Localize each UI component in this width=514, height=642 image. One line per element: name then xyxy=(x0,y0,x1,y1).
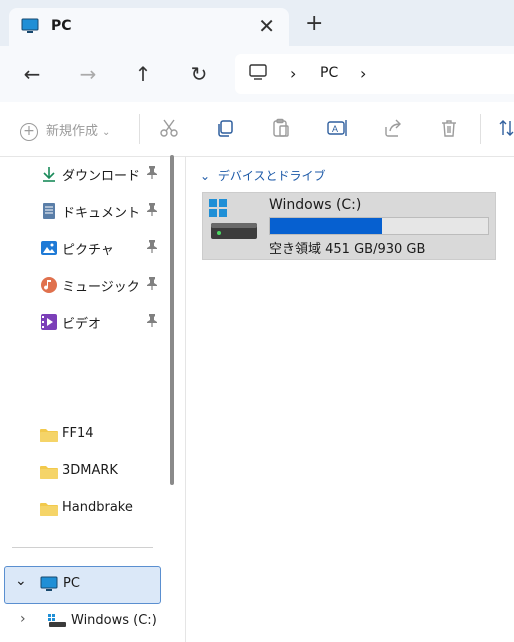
pin-icon[interactable] xyxy=(146,276,158,290)
section-header-devices[interactable]: ⌄ デバイスとドライブ xyxy=(200,167,326,184)
sidebar-item-label: 3DMARK xyxy=(62,463,118,478)
svg-text:A: A xyxy=(332,124,338,134)
folder-icon xyxy=(40,428,58,442)
sidebar-item-label: ピクチャ xyxy=(62,243,114,258)
sidebar-item-label: ドキュメント xyxy=(62,206,141,221)
sidebar-item-label: ダウンロード xyxy=(62,169,141,184)
delete-icon[interactable] xyxy=(439,118,461,140)
monitor-icon xyxy=(40,576,58,596)
pin-icon[interactable] xyxy=(146,202,158,216)
divider xyxy=(139,114,140,144)
drive-icon xyxy=(48,614,66,632)
section-title: デバイスとドライブ xyxy=(217,169,326,183)
cut-icon[interactable] xyxy=(159,118,181,140)
up-button[interactable]: ↑ xyxy=(129,60,157,88)
pin-icon[interactable] xyxy=(146,239,158,253)
sidebar-item-3dmark[interactable]: 3DMARK xyxy=(40,461,165,485)
sidebar-item-pc[interactable]: ⌄ PC xyxy=(4,566,161,604)
chevron-down-icon: ⌄ xyxy=(102,127,111,138)
breadcrumb-pc[interactable]: PC xyxy=(320,65,338,81)
sidebar-item-label: Windows (C:) xyxy=(71,613,157,628)
tab-bar: PC ✕ + xyxy=(0,0,514,46)
monitor-icon xyxy=(21,18,39,38)
storage-usage-bar xyxy=(269,217,489,235)
breadcrumb-separator[interactable]: › xyxy=(360,64,366,83)
sidebar-item-documents[interactable]: ドキュメント xyxy=(40,200,165,224)
pin-icon[interactable] xyxy=(146,165,158,179)
forward-button[interactable]: → xyxy=(74,60,102,88)
folder-icon xyxy=(40,465,58,479)
document-icon xyxy=(40,202,58,220)
paste-icon[interactable] xyxy=(271,118,293,140)
sidebar-item-downloads[interactable]: ダウンロード xyxy=(40,163,165,187)
hard-drive-icon xyxy=(209,199,259,247)
sidebar-item-label: Handbrake xyxy=(62,500,133,515)
chevron-right-icon[interactable]: › xyxy=(20,611,26,627)
divider xyxy=(480,114,481,144)
refresh-button[interactable]: ↻ xyxy=(185,60,213,88)
sidebar-item-ff14[interactable]: FF14 xyxy=(40,424,165,448)
share-icon[interactable] xyxy=(383,118,405,140)
navigation-bar: ← → ↑ ↻ › PC › xyxy=(0,46,514,102)
navigation-pane: ダウンロード ドキュメント ピクチャ ミュージック ビデオ FF14 3DMAR… xyxy=(0,156,186,642)
address-box[interactable]: › PC › xyxy=(235,54,514,94)
sidebar-item-videos[interactable]: ビデオ xyxy=(40,311,165,335)
drive-tile-windows-c[interactable]: Windows (C:) 空き領域 451 GB/930 GB xyxy=(202,192,496,260)
tab-pc[interactable]: PC ✕ xyxy=(9,8,289,46)
rename-icon[interactable]: A xyxy=(327,118,349,140)
sidebar-item-music[interactable]: ミュージック xyxy=(40,274,165,298)
sidebar-item-label: ミュージック xyxy=(62,280,140,295)
pin-icon[interactable] xyxy=(146,313,158,327)
copy-icon[interactable] xyxy=(215,118,237,140)
music-icon xyxy=(40,276,58,294)
folder-icon xyxy=(40,502,58,516)
chevron-down-icon[interactable]: ⌄ xyxy=(15,573,27,589)
new-button[interactable]: + 新規作成 ⌄ xyxy=(20,120,110,141)
computer-icon xyxy=(249,64,267,85)
chevron-down-icon: ⌄ xyxy=(200,169,211,183)
command-bar: + 新規作成 ⌄ A xyxy=(0,102,514,157)
sidebar-item-label: FF14 xyxy=(62,426,94,441)
breadcrumb-separator[interactable]: › xyxy=(290,64,296,83)
sort-icon[interactable] xyxy=(497,118,514,140)
video-icon xyxy=(40,313,58,331)
storage-usage-fill xyxy=(270,218,383,234)
new-label: 新規作成 xyxy=(46,124,99,139)
plus-icon: + xyxy=(20,122,38,141)
drive-name: Windows (C:) xyxy=(269,197,362,213)
sidebar-item-handbrake[interactable]: Handbrake xyxy=(40,498,165,522)
tab-title: PC xyxy=(51,18,72,34)
back-button[interactable]: ← xyxy=(18,60,46,88)
sidebar-item-label: ビデオ xyxy=(62,317,102,332)
scrollbar[interactable] xyxy=(170,155,174,485)
download-icon xyxy=(40,165,58,183)
free-space-text: 空き領域 451 GB/930 GB xyxy=(269,242,426,257)
sidebar-item-pictures[interactable]: ピクチャ xyxy=(40,237,165,261)
new-tab-button[interactable]: + xyxy=(305,11,323,36)
picture-icon xyxy=(40,239,58,257)
divider xyxy=(12,547,153,548)
close-icon[interactable]: ✕ xyxy=(258,14,275,38)
divider xyxy=(185,156,186,642)
sidebar-item-windows-c[interactable]: › Windows (C:) xyxy=(20,611,170,635)
sidebar-item-label: PC xyxy=(63,576,80,591)
